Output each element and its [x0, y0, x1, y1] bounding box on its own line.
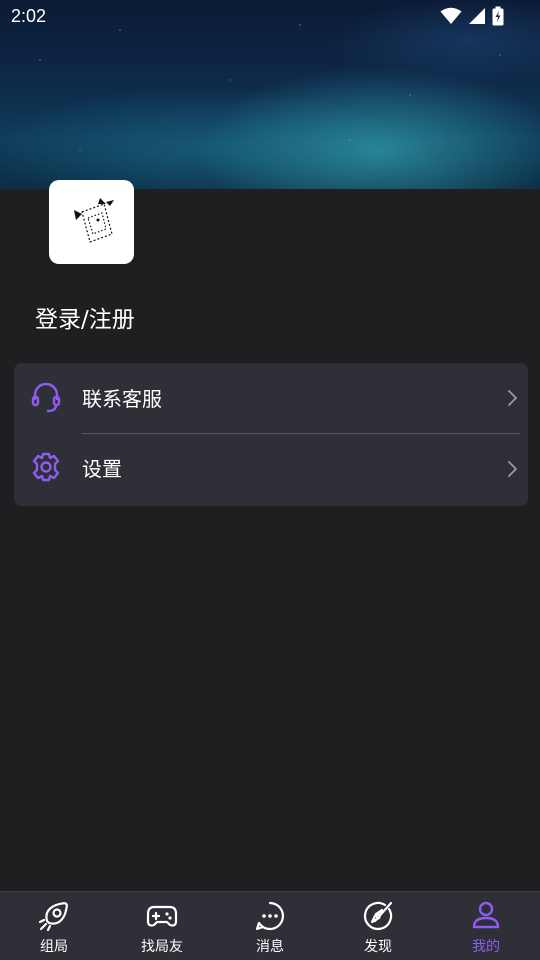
status-bar: 2:02	[0, 0, 540, 34]
battery-charging-icon	[492, 6, 504, 30]
status-time: 2:02	[11, 6, 47, 26]
rocket-icon	[38, 900, 70, 932]
gear-icon	[30, 451, 62, 483]
menu-item-label: 设置	[82, 457, 122, 481]
status-icons	[440, 6, 504, 30]
cell-signal-icon	[468, 7, 486, 29]
nav-label: 找局友	[141, 939, 183, 955]
menu-item-label: 联系客服	[82, 387, 162, 411]
profile-screen: 2:02 登录/注册 联系客服 设置 组局 找局友 消息 发现 我的	[0, 0, 540, 960]
menu-item-settings[interactable]: 设置	[14, 435, 528, 505]
login-register-link[interactable]: 登录/注册	[35, 300, 135, 334]
headset-icon	[30, 381, 62, 413]
nav-label: 消息	[256, 939, 284, 955]
avatar[interactable]	[49, 180, 134, 264]
wifi-icon	[440, 7, 462, 29]
nav-item-messages[interactable]: 消息	[216, 892, 324, 960]
compass-icon	[362, 900, 394, 932]
bottom-nav: 组局 找局友 消息 发现 我的	[0, 891, 540, 960]
nav-label: 组局	[40, 939, 68, 955]
avatar-logo-icon	[62, 190, 122, 254]
chat-bubble-icon	[254, 900, 286, 932]
gamepad-icon	[146, 900, 178, 932]
nav-label: 发现	[364, 939, 392, 955]
nav-item-mine[interactable]: 我的	[432, 892, 540, 960]
menu-divider	[82, 433, 520, 434]
chevron-right-icon	[506, 389, 518, 407]
nav-label: 我的	[472, 939, 500, 955]
nav-item-find-friends[interactable]: 找局友	[108, 892, 216, 960]
chevron-right-icon	[506, 460, 518, 478]
nav-item-zuju[interactable]: 组局	[0, 892, 108, 960]
user-icon	[470, 900, 502, 932]
menu-card: 联系客服 设置	[14, 363, 528, 506]
nav-item-discover[interactable]: 发现	[324, 892, 432, 960]
menu-item-contact-support[interactable]: 联系客服	[14, 363, 528, 433]
